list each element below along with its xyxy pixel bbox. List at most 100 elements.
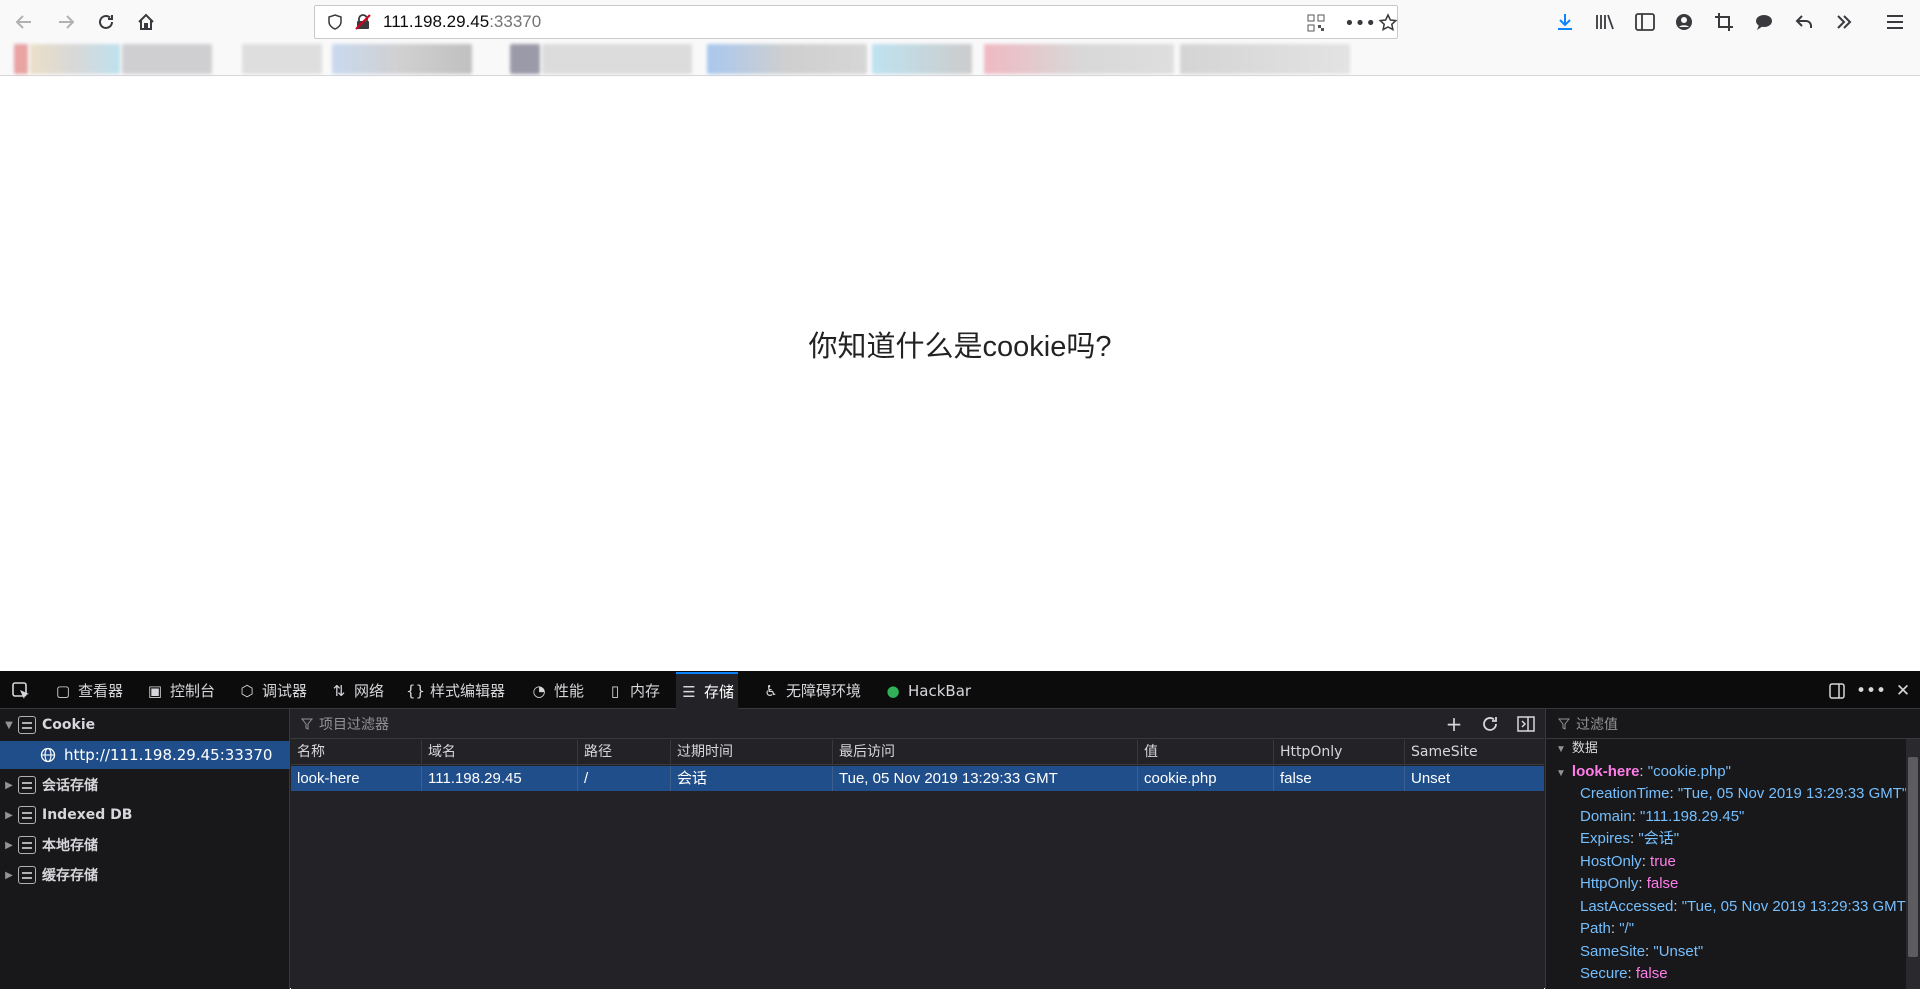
chevron-right-icon[interactable]: ▶ [0,840,18,851]
network-icon: ⇅ [332,681,346,700]
tab-storage[interactable]: ☰ 存储 [676,672,739,709]
account-icon[interactable] [1669,8,1699,36]
chevron-down-icon[interactable]: ▼ [0,720,18,731]
reload-icon[interactable] [90,6,122,38]
hackbar-icon: ● [886,681,900,700]
details-field-value: false [1646,875,1679,892]
details-field-value: "111.198.29.45" [1640,807,1745,825]
dock-side-icon[interactable] [1822,672,1852,709]
details-field[interactable]: Domain: "111.198.29.45" [1580,806,1744,828]
undo-icon[interactable] [1789,8,1819,36]
chevron-right-icon[interactable]: ▶ [0,780,18,791]
tree-item-cookie-host[interactable]: http://111.198.29.45:33370 [0,741,290,769]
details-field[interactable]: Secure: false [1580,963,1668,985]
column-header[interactable]: 过期时间 [671,740,833,765]
insecure-lock-icon[interactable] [349,8,377,36]
tab-console[interactable]: ▣ 控制台 [142,672,219,709]
tab-style-editor[interactable]: {} 样式编辑器 [402,672,509,709]
table-row[interactable]: look-here 111.198.29.45 / 会话 Tue, 05 Nov… [291,766,1544,791]
chevron-right-icon[interactable]: ▶ [0,810,18,821]
bookmark-item-blurred[interactable] [1180,44,1350,74]
bookmark-item-blurred[interactable] [122,44,212,74]
tab-performance[interactable]: ◔ 性能 [526,672,588,709]
details-field[interactable]: SameSite: "Unset" [1580,941,1703,963]
url-bar[interactable]: 111.198.29.45:33370 ••• [314,5,1398,39]
table-filter-input[interactable]: 项目过滤器 [301,714,389,734]
home-icon[interactable] [130,6,162,38]
tracking-protection-shield-icon[interactable] [321,8,349,36]
tab-hackbar[interactable]: ● HackBar [880,672,975,709]
column-header[interactable]: SameSite [1405,740,1544,765]
tree-item-indexed-db[interactable]: ▶ Indexed DB [0,801,290,829]
details-field[interactable]: LastAccessed: "Tue, 05 Nov 2019 13:29:33… [1580,896,1911,918]
details-field-key: LastAccessed [1580,897,1674,915]
bookmark-item-blurred[interactable] [707,44,867,74]
chevron-right-icon[interactable]: ▶ [0,870,18,881]
column-header[interactable]: 路径 [578,740,671,765]
tab-accessibility[interactable]: ♿ 无障碍环境 [758,672,865,709]
scrollbar-thumb[interactable] [1908,757,1918,957]
accessibility-icon: ♿ [764,681,778,700]
details-section-header[interactable]: ▼ 数据 [1556,739,1598,757]
qr-code-icon[interactable] [1301,9,1331,37]
table-cell: 111.198.29.45 [422,766,578,791]
bookmark-item-blurred[interactable] [14,44,28,74]
details-cookie-entry[interactable]: ▼ look-here: "cookie.php" [1556,761,1731,783]
bookmark-item-blurred[interactable] [332,44,472,74]
filter-icon [1558,718,1570,730]
details-field[interactable]: Expires: "会话" [1580,828,1679,850]
tab-network[interactable]: ⇅ 网络 [326,672,388,709]
url-host: 111.198.29.45 [383,12,490,31]
library-icon[interactable] [1590,8,1620,36]
tree-item-local-storage[interactable]: ▶ 本地存储 [0,831,290,859]
table-header: 名称 域名 路径 过期时间 最后访问 值 HttpOnly SameSite [291,740,1544,765]
bookmark-item-blurred[interactable] [984,44,1174,74]
hamburger-menu-icon[interactable] [1880,8,1910,36]
tree-item-cookie[interactable]: ▼ Cookie [0,711,290,739]
storage-icon: ☰ [682,682,696,701]
bookmark-item-blurred[interactable] [242,44,322,74]
forward-arrow-icon[interactable] [50,6,82,38]
details-field[interactable]: HttpOnly: false [1580,873,1678,895]
tab-memory[interactable]: ▯ 内存 [602,672,664,709]
column-header[interactable]: HttpOnly [1274,740,1405,765]
bookmark-star-icon[interactable] [1373,9,1403,37]
details-filter-input[interactable]: 过滤值 [1546,709,1920,739]
bookmark-item-blurred[interactable] [542,44,692,74]
tree-item-session-storage[interactable]: ▶ 会话存储 [0,771,290,799]
tab-debugger[interactable]: ⬡ 调试器 [234,672,311,709]
crop-icon[interactable] [1709,8,1739,36]
back-arrow-icon[interactable] [8,6,40,38]
details-scrollbar[interactable] [1906,739,1920,989]
bookmark-item-blurred[interactable] [872,44,972,74]
details-field-key: Domain [1580,807,1632,825]
console-icon: ▣ [147,681,163,700]
devtools-more-icon[interactable]: ••• [1856,672,1886,709]
details-field[interactable]: CreationTime: "Tue, 05 Nov 2019 13:29:33… [1580,783,1907,805]
details-field[interactable]: Path: "/" [1580,918,1634,940]
close-icon[interactable]: ✕ [1888,672,1918,709]
column-header[interactable]: 最后访问 [833,740,1138,765]
add-item-icon[interactable]: + [1439,709,1469,739]
refresh-icon[interactable] [1475,709,1505,739]
element-picker-icon[interactable] [6,672,36,709]
toggle-sidebar-icon[interactable] [1511,709,1541,739]
more-actions-icon[interactable]: ••• [1344,9,1376,37]
speech-bubble-icon[interactable] [1749,8,1779,36]
column-header[interactable]: 值 [1138,740,1274,765]
bookmark-item-blurred[interactable] [510,44,540,74]
overflow-chevrons-icon[interactable] [1829,8,1859,36]
sidebar-icon[interactable] [1630,8,1660,36]
bookmark-item-blurred[interactable] [30,44,120,74]
tab-inspector[interactable]: ▢ 查看器 [50,672,127,709]
column-header[interactable]: 名称 [291,740,422,765]
column-header[interactable]: 域名 [422,740,578,765]
details-field-value: false [1635,965,1668,982]
storage-icon [18,716,36,734]
details-field-key: CreationTime [1580,785,1670,802]
performance-icon: ◔ [532,681,546,700]
tree-item-cache-storage[interactable]: ▶ 缓存存储 [0,861,290,889]
details-field[interactable]: HostOnly: true [1580,851,1676,873]
style-editor-icon: {} [406,681,426,700]
download-icon[interactable] [1550,8,1580,36]
